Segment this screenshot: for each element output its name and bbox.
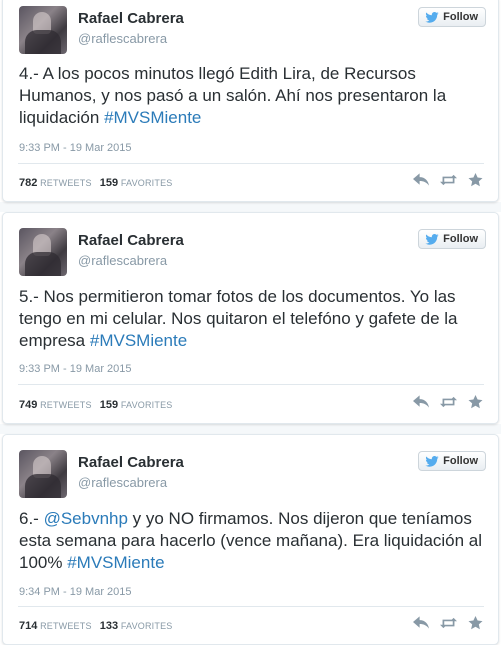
author-handle[interactable]: @raflescabrera (78, 253, 167, 268)
retweet-icon[interactable] (440, 616, 457, 630)
author-name[interactable]: Rafael Cabrera (78, 10, 184, 27)
tweet-card: Rafael Cabrera @raflescabrera Follow 6.-… (2, 434, 499, 645)
retweet-count: 782 (19, 177, 38, 189)
retweet-count: 749 (19, 399, 38, 411)
tweet-timestamp[interactable]: 9:33 PM - 19 Mar 2015 (19, 142, 132, 154)
favorite-icon[interactable] (467, 395, 484, 409)
favorite-icon[interactable] (467, 173, 484, 187)
divider (18, 606, 484, 607)
retweet-count: 714 (19, 620, 38, 632)
tweet-body: 6.- (19, 509, 44, 528)
hashtag-link[interactable]: #MVSMiente (90, 331, 187, 350)
retweet-icon[interactable] (440, 173, 457, 187)
retweets-label: RETWEETS (40, 621, 92, 631)
favorites-label: FAVORITES (120, 400, 173, 410)
tweet-card: Rafael Cabrera @raflescabrera Follow 4.-… (2, 0, 499, 202)
avatar[interactable] (19, 450, 67, 498)
follow-button[interactable]: Follow (418, 229, 486, 249)
follow-label: Follow (443, 455, 478, 467)
follow-label: Follow (443, 233, 478, 245)
author-name[interactable]: Rafael Cabrera (78, 232, 184, 249)
follow-button[interactable]: Follow (418, 451, 486, 471)
avatar[interactable] (19, 6, 67, 54)
reply-icon[interactable] (413, 173, 430, 187)
avatar[interactable] (19, 228, 67, 276)
tweet-actions (413, 616, 484, 630)
hashtag-link[interactable]: #MVSMiente (104, 108, 201, 127)
favorite-count: 133 (99, 620, 119, 632)
author-handle[interactable]: @raflescabrera (78, 475, 167, 490)
tweet-card: Rafael Cabrera @raflescabrera Follow 5.-… (2, 212, 499, 424)
favorite-count: 159 (99, 177, 119, 189)
tweet-text: 6.- @Sebvnhp y yo NO firmamos. Nos dijer… (19, 508, 487, 574)
favorite-count: 159 (99, 399, 119, 411)
tweet-body: 4.- A los pocos minutos llegó Edith Lira… (19, 64, 447, 127)
twitter-bird-icon (425, 455, 439, 467)
card-separator (0, 202, 501, 212)
tweet-text: 5.- Nos permitieron tomar fotos de los d… (19, 286, 487, 352)
tweet-timestamp[interactable]: 9:33 PM - 19 Mar 2015 (19, 363, 132, 375)
mention-link[interactable]: @Sebvnhp (44, 509, 128, 528)
retweet-icon[interactable] (440, 395, 457, 409)
favorites-label: FAVORITES (120, 178, 173, 188)
tweet-stats: 714 RETWEETS 133 FAVORITES (19, 620, 173, 632)
tweet-stats: 782 RETWEETS 159 FAVORITES (19, 177, 173, 189)
follow-button[interactable]: Follow (418, 7, 486, 27)
card-separator (0, 424, 501, 434)
favorite-icon[interactable] (467, 616, 484, 630)
tweet-timestamp[interactable]: 9:34 PM - 19 Mar 2015 (19, 586, 132, 598)
twitter-bird-icon (425, 11, 439, 23)
tweet-body: 5.- Nos permitieron tomar fotos de los d… (19, 287, 458, 350)
divider (18, 384, 484, 385)
tweet-text: 4.- A los pocos minutos llegó Edith Lira… (19, 63, 487, 129)
reply-icon[interactable] (413, 616, 430, 630)
tweet-actions (413, 395, 484, 409)
retweets-label: RETWEETS (40, 400, 92, 410)
retweets-label: RETWEETS (40, 178, 92, 188)
author-handle[interactable]: @raflescabrera (78, 31, 167, 46)
hashtag-link[interactable]: #MVSMiente (67, 553, 164, 572)
divider (18, 163, 484, 164)
tweet-actions (413, 173, 484, 187)
twitter-bird-icon (425, 233, 439, 245)
favorites-label: FAVORITES (120, 621, 173, 631)
follow-label: Follow (443, 11, 478, 23)
reply-icon[interactable] (413, 395, 430, 409)
author-name[interactable]: Rafael Cabrera (78, 454, 184, 471)
tweet-stats: 749 RETWEETS 159 FAVORITES (19, 399, 173, 411)
